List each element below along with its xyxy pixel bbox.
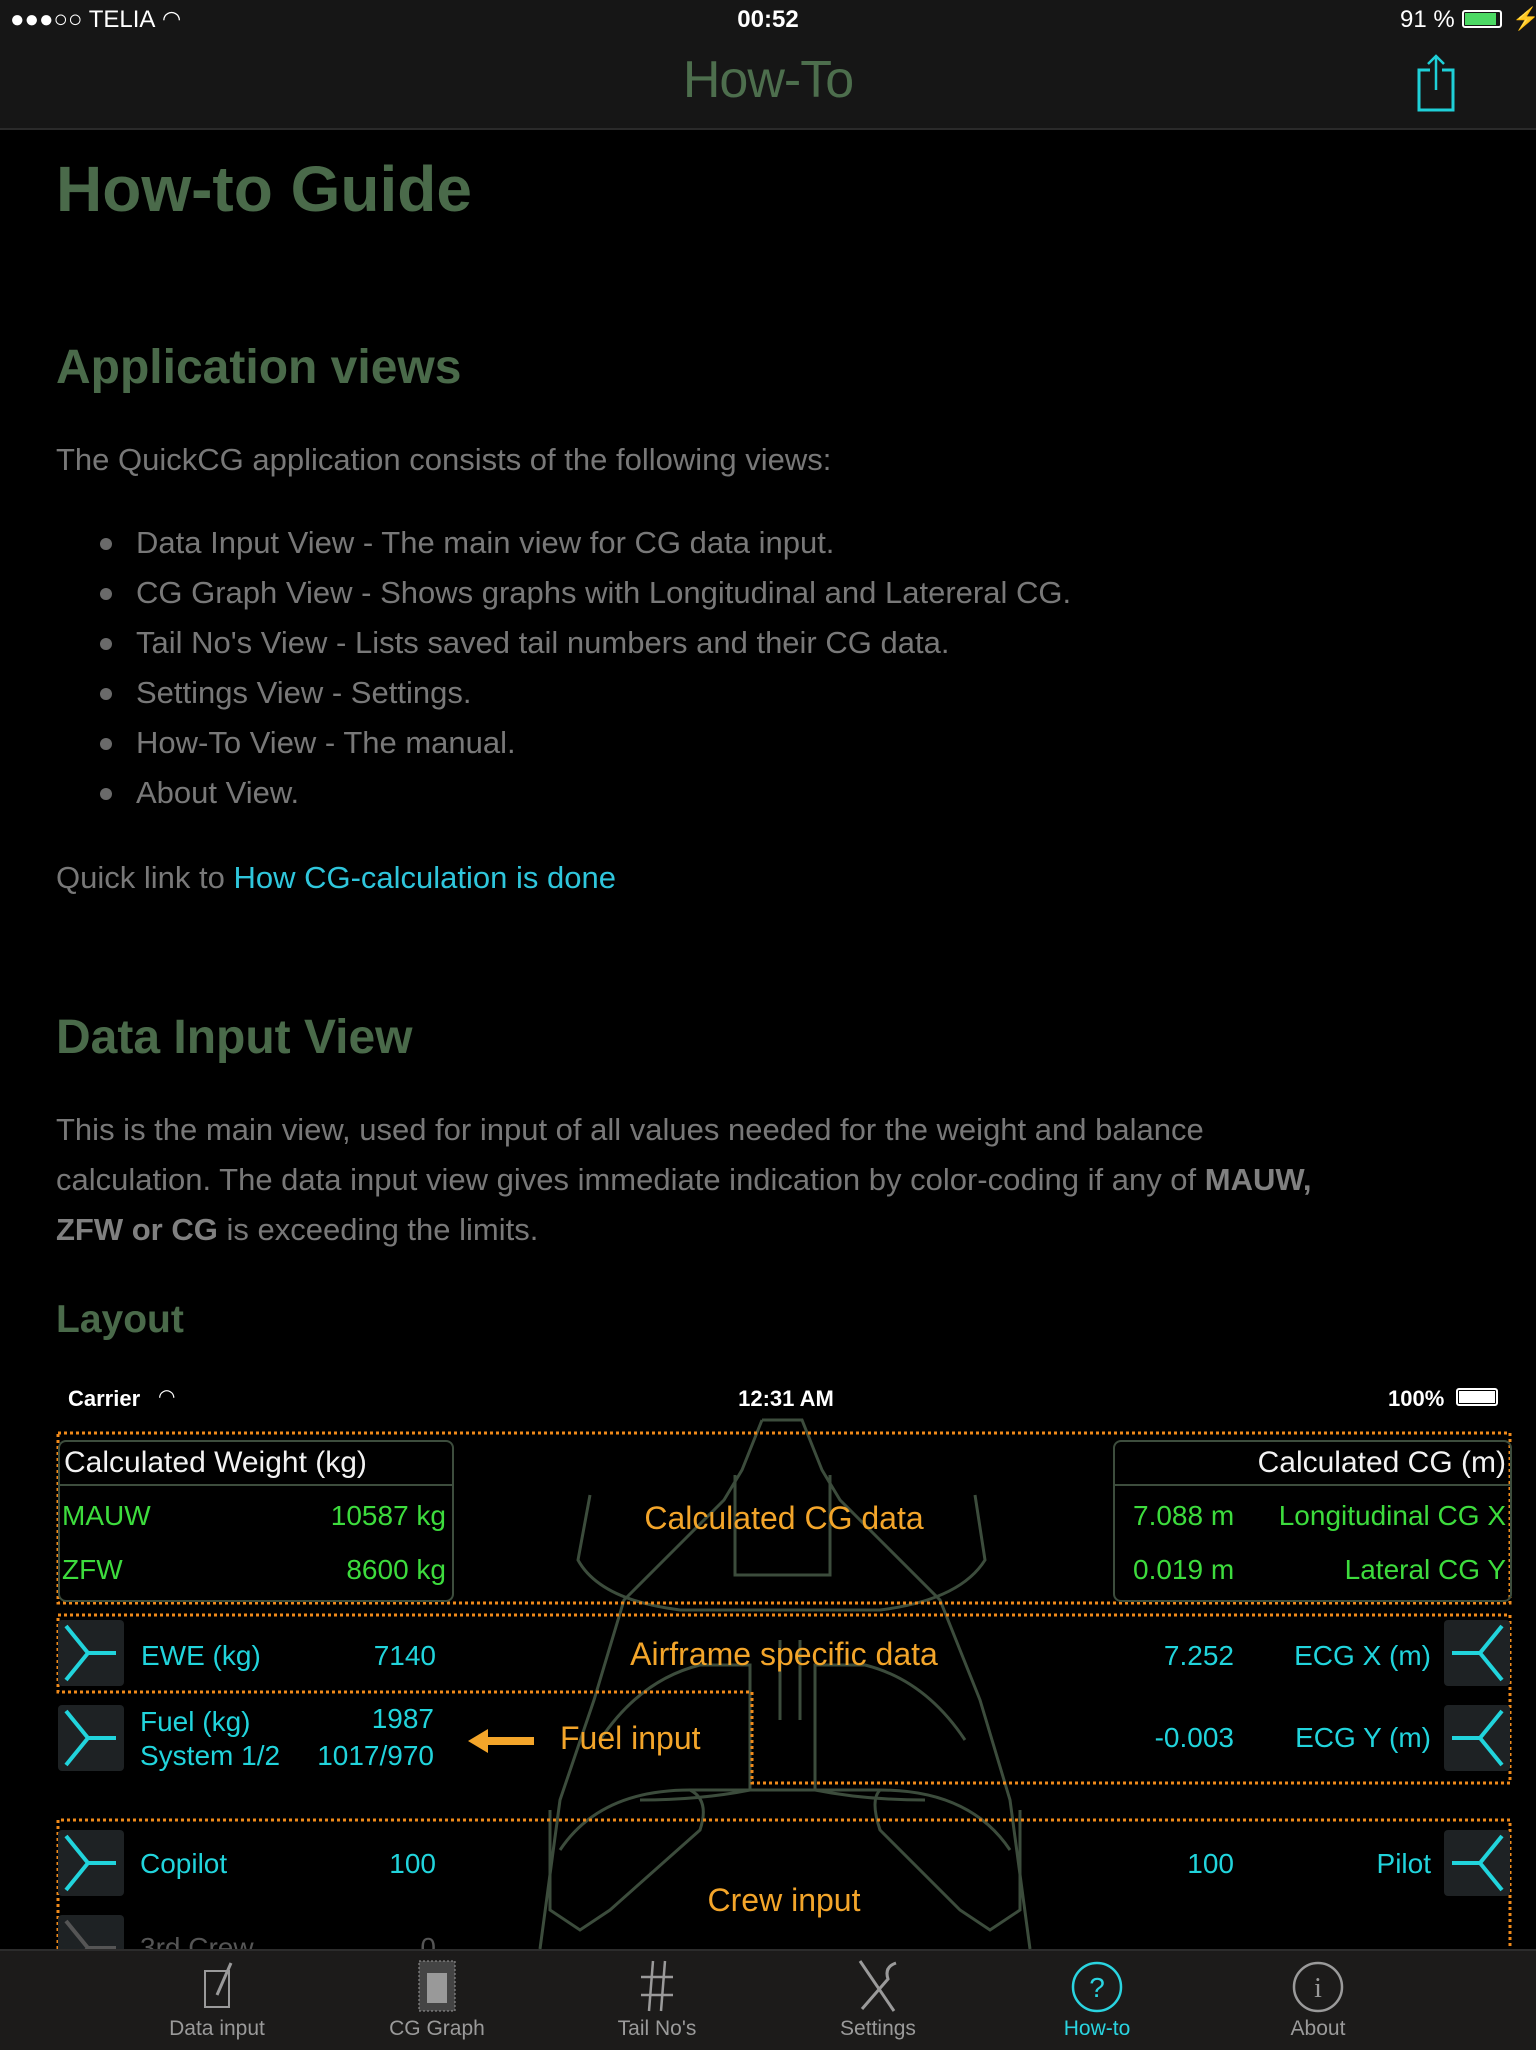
tab-settings[interactable]: Settings	[778, 1951, 978, 2050]
status-bar: ●●●○○ TELIA ◠ 00:52 91 % ⚡	[0, 0, 1536, 40]
fuel-value: 1987	[371, 1703, 434, 1734]
tab-label: CG Graph	[389, 2017, 485, 2040]
tools-icon	[858, 1960, 897, 2012]
list-item: About View.	[136, 775, 300, 810]
list-item: Settings View - Settings.	[136, 675, 472, 710]
chevron-fork-icon	[64, 1709, 116, 1767]
ecg-x-label: ECG X (m)	[1294, 1640, 1431, 1671]
tab-tail-nos[interactable]: Tail No's	[557, 1951, 757, 2050]
battery-icon	[1462, 10, 1502, 28]
embedded-battery: 100%	[1388, 1386, 1445, 1411]
bullet	[100, 588, 112, 600]
fuel-label: Fuel (kg)	[140, 1706, 251, 1737]
pilot-label: Pilot	[1376, 1848, 1431, 1879]
clock: 00:52	[737, 6, 799, 33]
share-button[interactable]	[1416, 54, 1456, 114]
text: calculation. The data input view gives i…	[56, 1162, 1205, 1197]
ecg-y-value: -0.003	[1154, 1722, 1234, 1753]
tab-bar: Data input CG Graph Tail No's Settings ?…	[0, 1949, 1536, 2050]
pilot-value: 100	[1187, 1848, 1234, 1879]
quick-link-line: Quick link to How CG-calculation is done	[56, 860, 616, 896]
ecg-y-selector-button	[1444, 1705, 1510, 1771]
svg-text:?: ?	[1089, 1972, 1105, 2003]
battery-percent: 91 %	[1400, 6, 1455, 33]
fuel-selector-button	[58, 1705, 124, 1771]
tab-label: Tail No's	[617, 2017, 697, 2040]
subheading-layout: Layout	[56, 1298, 184, 1341]
section-heading-app-views: Application views	[56, 341, 462, 394]
graph-icon	[418, 1960, 456, 2012]
system-value: 1017/970	[317, 1740, 434, 1771]
tab-label: How-to	[1063, 2017, 1131, 2040]
quick-link[interactable]: How CG-calculation is done	[233, 860, 616, 895]
annotation-crew: Crew input	[707, 1882, 861, 1918]
data-input-desc-2: calculation. The data input view gives i…	[56, 1162, 1312, 1198]
annotation-fuel: Fuel input	[560, 1720, 701, 1756]
data-input-desc-1: This is the main view, used for input of…	[56, 1112, 1204, 1147]
chevron-fork-icon	[1452, 1709, 1504, 1767]
system-label: System 1/2	[140, 1740, 281, 1771]
list-item: Data Input View - The main view for CG d…	[136, 525, 835, 560]
battery-icon	[1456, 1388, 1498, 1406]
cg-y-value: 0.019 m	[1133, 1554, 1235, 1585]
data-input-desc-3: ZFW or CG is exceeding the limits.	[56, 1212, 538, 1248]
ecg-y-label: ECG Y (m)	[1295, 1722, 1431, 1753]
ecg-x-selector-button	[1444, 1620, 1510, 1686]
navigation-bar: How-To	[0, 40, 1536, 130]
divider	[1115, 1484, 1510, 1486]
app-views-intro: The QuickCG application consists of the …	[56, 442, 832, 477]
charging-icon: ⚡	[1512, 6, 1536, 31]
tab-how-to[interactable]: ? How-to	[997, 1951, 1197, 2050]
bullet	[100, 738, 112, 750]
bullet	[100, 788, 112, 800]
list-item: How-To View - The manual.	[136, 725, 516, 760]
quick-link-prefix: Quick link to	[56, 860, 234, 895]
annotation-calculated-cg: Calculated CG data	[644, 1500, 924, 1536]
share-icon	[1417, 54, 1455, 112]
tab-label: Settings	[840, 2017, 916, 2040]
tab-label: About	[1290, 2017, 1346, 2040]
layout-screenshot: Carrier ◠ 12:31 AM 100% Calculated Weigh…	[0, 1360, 1536, 1981]
tab-cg-graph[interactable]: CG Graph	[337, 1951, 537, 2050]
arrow-left-icon	[468, 1729, 534, 1753]
weight-header: Calculated Weight (kg)	[64, 1446, 367, 1479]
bullet	[100, 688, 112, 700]
page-title: How-to Guide	[56, 153, 472, 225]
edit-icon	[204, 1962, 233, 2008]
list-item: Tail No's View - Lists saved tail number…	[136, 625, 950, 660]
zfw-label: ZFW	[62, 1554, 123, 1585]
ecg-x-value: 7.252	[1163, 1640, 1234, 1671]
tab-about[interactable]: i About	[1218, 1951, 1418, 2050]
tab-data-input[interactable]: Data input	[117, 1951, 317, 2050]
cg-y-label: Lateral CG Y	[1344, 1554, 1506, 1585]
copilot-label: Copilot	[140, 1848, 228, 1879]
section-heading-data-input: Data Input View	[56, 1011, 413, 1064]
question-icon: ?	[1071, 1961, 1123, 2013]
zfw-value: 8600 kg	[346, 1554, 446, 1585]
copilot-value: 100	[389, 1848, 436, 1879]
svg-text:i: i	[1314, 1973, 1322, 2004]
list-item: CG Graph View - Shows graphs with Longit…	[136, 575, 1072, 610]
bold-text: ZFW or CG	[56, 1212, 218, 1247]
hash-icon	[641, 1960, 673, 2012]
embedded-time: 12:31 AM	[738, 1386, 834, 1411]
nav-title: How-To	[682, 51, 854, 109]
info-icon: i	[1292, 1961, 1344, 2013]
tab-label: Data input	[169, 2017, 265, 2040]
cg-header: Calculated CG (m)	[1257, 1446, 1506, 1479]
chevron-fork-icon	[1452, 1624, 1504, 1682]
bold-text: MAUW,	[1204, 1162, 1312, 1197]
divider	[60, 1484, 452, 1486]
bullet	[100, 638, 112, 650]
text: is exceeding the limits.	[217, 1212, 539, 1247]
bullet	[100, 538, 112, 550]
